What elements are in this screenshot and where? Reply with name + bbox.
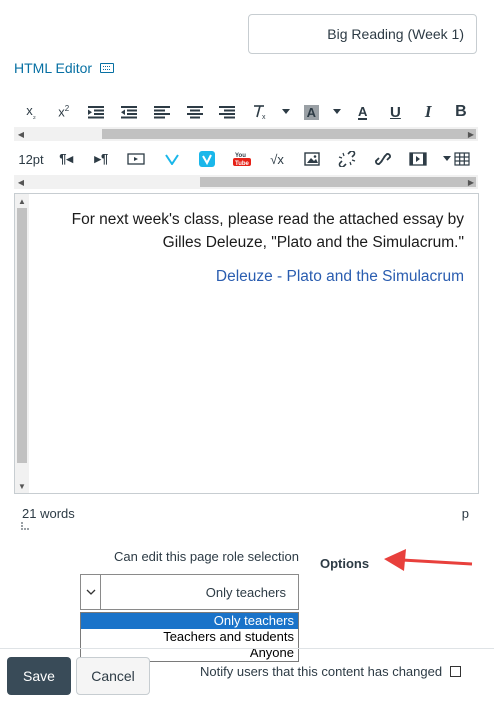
html-editor-link[interactable]: HTML Editor [14,58,115,78]
vimeo-alt-button[interactable] [159,146,185,172]
image-button[interactable] [299,146,325,172]
callout-arrow-icon [384,549,473,571]
text-color-button[interactable]: A [350,99,376,125]
indent-button[interactable] [83,99,109,125]
align-right-button[interactable] [214,99,240,125]
role-select-value: Only teachers [205,584,286,600]
chevron-down-icon [443,156,452,161]
html-editor-label[interactable]: HTML Editor [14,60,92,76]
align-center-icon [186,106,203,119]
attachment-link[interactable]: Deleuze - Plato and the Simulacrum [216,268,464,285]
scroll-up-arrow[interactable]: ▲ [15,194,29,208]
rtl-button[interactable]: ▸¶ [88,146,114,172]
editor-content[interactable]: For next week's class, please read the a… [39,208,464,299]
link-icon [374,153,391,165]
superscript-button[interactable]: x2 [51,99,77,125]
role-options-list: Only teachers Teachers and students Anyo… [80,612,299,662]
role-option-only-teachers[interactable]: Only teachers [81,613,298,629]
page-title-input[interactable] [248,14,477,54]
youtube-icon: YouTube [232,153,251,167]
svg-text:Tube: Tube [235,161,250,167]
scroll-thumb[interactable] [102,129,476,139]
role-selection-label: Can edit this page role selection [113,549,299,564]
scroll-left-arrow[interactable]: ◀ [14,127,28,141]
rtl-icon: ▸¶ [94,151,109,166]
equation-icon: √x [270,151,284,167]
unlink-button[interactable] [334,146,360,172]
equation-button[interactable]: √x [264,146,290,172]
align-center-button[interactable] [182,99,208,125]
background-color-dropdown[interactable] [280,99,292,125]
outdent-icon [121,106,138,119]
rich-text-editor[interactable]: ▲ ▼ For next week's class, please read t… [14,193,479,494]
scroll-left-arrow[interactable]: ◀ [14,175,28,189]
vimeo-v-icon [164,154,179,165]
role-option-teachers-and-students[interactable]: Teachers and students [81,629,298,645]
options-label: Options [320,556,370,571]
editor-paragraph: For next week's class, please read the a… [71,211,464,251]
svg-text:x: x [262,114,266,120]
chevron-down-icon[interactable] [81,575,101,609]
youtube-button[interactable]: You Tube [229,146,255,172]
indent-icon [88,106,105,119]
underline-button[interactable]: U [382,99,408,125]
font-size-dropdown[interactable]: 12pt [18,146,44,172]
scroll-right-arrow[interactable]: ▶ [464,175,478,189]
scroll-right-arrow[interactable]: ▶ [464,127,478,141]
table-icon [454,152,470,166]
italic-button[interactable]: I [415,99,441,125]
unlink-icon [339,151,356,167]
word-count: 21 words [22,506,75,521]
editor-statusbar: 21 words p [14,506,478,530]
keyboard-icon [100,63,115,73]
resize-handle-icon[interactable] [21,522,29,530]
notify-checkbox[interactable] [450,666,462,677]
align-left-icon [153,106,170,119]
editor-scrollbar[interactable]: ▲ ▼ [15,194,29,493]
scroll-down-arrow[interactable]: ▼ [15,479,29,493]
element-path[interactable]: p [462,506,469,521]
font-size-value: 12pt [18,151,44,167]
subscript-button[interactable]: x₂ [18,99,44,125]
link-button[interactable] [370,146,396,172]
scroll-thumb[interactable] [200,177,476,187]
notify-label[interactable]: Notify users that this content has chang… [200,664,442,679]
chevron-down-icon [281,109,290,114]
insert-toolbar: 12pt ¶◂ ▸¶ You Tube √x [14,145,478,173]
toolbar-scrollbar[interactable]: ◀ ▶ [14,127,478,141]
outdent-button[interactable] [116,99,142,125]
ltr-button[interactable]: ¶◂ [53,146,79,172]
bold-button[interactable]: B [448,99,474,125]
cancel-button[interactable]: Cancel [76,657,150,695]
align-right-icon [219,106,236,119]
table-button[interactable] [440,146,474,172]
chevron-down-icon [333,109,342,114]
clear-formatting-icon: x [253,105,266,120]
ltr-icon: ¶◂ [59,151,74,166]
vimeo-icon [198,151,215,167]
role-select[interactable]: Only teachers [80,574,299,610]
clear-formatting-button[interactable]: x [247,99,273,125]
background-color-button[interactable]: A [298,99,324,125]
image-icon [304,152,320,166]
embed-button[interactable] [123,146,149,172]
scroll-thumb[interactable] [17,208,27,463]
embed-icon [127,153,146,165]
media-icon [409,152,427,166]
footer-divider [0,648,494,649]
vimeo-button[interactable] [194,146,220,172]
notify-option[interactable]: Notify users that this content has chang… [200,664,462,679]
save-button[interactable]: Save [7,657,71,695]
media-button[interactable] [405,146,431,172]
align-left-button[interactable] [149,99,175,125]
toolbar-scrollbar-2[interactable]: ◀ ▶ [14,175,478,189]
formatting-toolbar: x₂ x2 x A A U I B [14,98,478,126]
text-color-dropdown[interactable] [331,99,343,125]
